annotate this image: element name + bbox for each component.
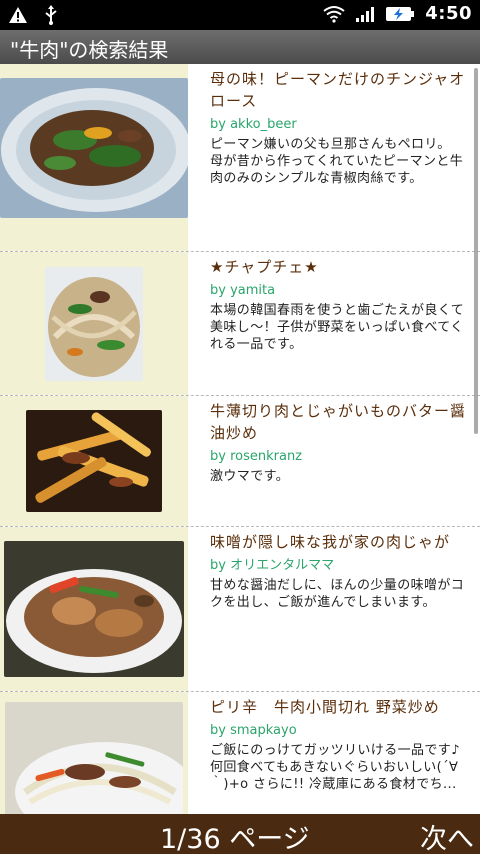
recipe-description: 激ウマです。 — [210, 469, 290, 484]
recipe-description: 甘めな醤油だしに、ほんの少量の味噌がコクを出し、ご飯が進んでしまいます。 — [210, 578, 465, 610]
recipe-author: by オリエンタルママ — [210, 558, 335, 573]
recipe-author: by smapkayo — [210, 723, 297, 738]
thumbnail-column — [0, 64, 188, 251]
thumbnail-column — [0, 527, 188, 691]
recipe-author: by yamita — [210, 283, 276, 298]
list-item[interactable]: 牛薄切り肉とじゃがいものバター醤油炒め by rosenkranz 激ウマです。 — [0, 396, 480, 527]
recipe-title[interactable]: ★チャプチェ★ — [210, 256, 470, 278]
battery-charging-icon — [386, 6, 415, 21]
recipe-image[interactable] — [4, 541, 184, 677]
pagination-bar: 1/36 ページ 次へ — [0, 814, 480, 856]
recipe-description: 本場の韓国春雨を使うと歯ごたえが良くて美味し～！子供が野菜をいっぱい食べてくれる… — [210, 303, 465, 352]
clock: 4:50 — [425, 3, 472, 24]
thumbnail-column — [0, 252, 188, 395]
next-button[interactable]: 次へ — [420, 817, 474, 856]
recipe-author: by akko_beer — [210, 117, 297, 132]
usb-icon — [45, 5, 57, 25]
thumbnail-column — [0, 692, 188, 814]
signal-icon — [356, 6, 375, 22]
recipe-image[interactable] — [26, 410, 162, 512]
recipe-author: by rosenkranz — [210, 449, 303, 464]
result-list[interactable]: 母の味！ピーマンだけのチンジャオロース by akko_beer ピーマン嫌いの… — [0, 64, 480, 814]
recipe-description: ピーマン嫌いの父も旦那さんもペロリ。 母が昔から作ってくれていたピーマンと牛肉の… — [210, 137, 464, 186]
recipe-title[interactable]: 牛薄切り肉とじゃがいものバター醤油炒め — [210, 400, 470, 444]
status-bar: 4:50 — [0, 0, 480, 30]
warning-icon — [9, 7, 27, 23]
recipe-image[interactable] — [5, 702, 183, 814]
list-item[interactable]: ★チャプチェ★ by yamita 本場の韓国春雨を使うと歯ごたえが良くて美味し… — [0, 252, 480, 396]
page-indicator: 1/36 ページ — [160, 824, 310, 855]
list-item[interactable]: 味噌が隠し味な我が家の肉じゃが by オリエンタルママ 甘めな醤油だしに、ほんの… — [0, 527, 480, 692]
recipe-image[interactable] — [45, 266, 143, 381]
list-item[interactable]: ピリ辛 牛肉小間切れ 野菜炒め by smapkayo ご飯にのっけてガッツリい… — [0, 692, 480, 814]
thumbnail-column — [0, 396, 188, 526]
recipe-description: ご飯にのっけてガッツリいける一品です♪ 何回食べてもあきないぐらいおいしい(´∀… — [210, 743, 460, 792]
wifi-icon — [323, 5, 345, 23]
page-title: "牛肉"の検索結果 — [0, 30, 480, 64]
scrollbar[interactable] — [474, 68, 478, 434]
recipe-title[interactable]: 味噌が隠し味な我が家の肉じゃが — [210, 531, 470, 553]
recipe-title[interactable]: 母の味！ピーマンだけのチンジャオロース — [210, 68, 470, 112]
recipe-image[interactable] — [0, 77, 188, 218]
list-item[interactable]: 母の味！ピーマンだけのチンジャオロース by akko_beer ピーマン嫌いの… — [0, 64, 480, 252]
recipe-title[interactable]: ピリ辛 牛肉小間切れ 野菜炒め — [210, 696, 470, 718]
